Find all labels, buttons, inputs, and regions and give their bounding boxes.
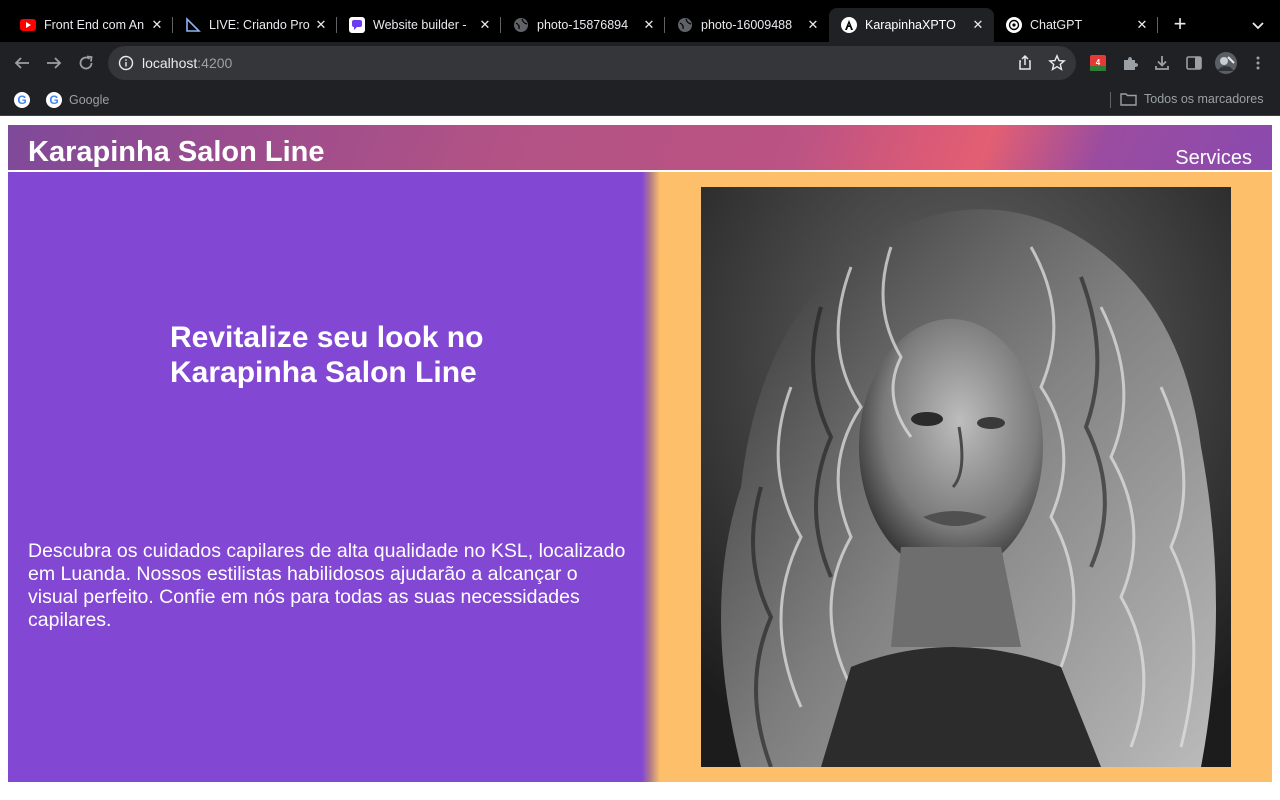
tab-title: Website builder - bbox=[373, 18, 467, 32]
openai-icon bbox=[1006, 17, 1022, 33]
tab-karapinhaxpto[interactable]: KarapinhaXPTO ✕ bbox=[829, 8, 994, 42]
profile-avatar[interactable] bbox=[1214, 51, 1238, 75]
close-icon[interactable]: ✕ bbox=[970, 17, 986, 33]
kebab-menu-icon[interactable] bbox=[1248, 53, 1268, 73]
tab-front-end[interactable]: Front End com An ✕ bbox=[8, 8, 173, 42]
bookmark-label: Google bbox=[69, 93, 110, 107]
tab-separator bbox=[1157, 17, 1158, 33]
close-icon[interactable]: ✕ bbox=[477, 17, 493, 33]
youtube-icon bbox=[20, 17, 36, 33]
bookmarks-bar: G G Google bbox=[0, 84, 1280, 116]
tab-photo-2[interactable]: photo-16009488 ✕ bbox=[665, 8, 829, 42]
share-icon[interactable] bbox=[1016, 54, 1034, 72]
hero-headline: Revitalize seu look no Karapinha Salon L… bbox=[170, 321, 484, 389]
hero-gradient-divider bbox=[642, 172, 660, 782]
close-icon[interactable]: ✕ bbox=[1134, 17, 1150, 33]
hero-text-panel: Revitalize seu look no Karapinha Salon L… bbox=[8, 172, 652, 782]
tab-photo-1[interactable]: photo-15876894 ✕ bbox=[501, 8, 665, 42]
google-icon: G bbox=[46, 92, 62, 108]
new-tab-button[interactable]: + bbox=[1168, 13, 1192, 37]
site-header: Karapinha Salon Line Services bbox=[8, 125, 1272, 172]
reload-button[interactable] bbox=[74, 51, 98, 75]
bookmark-google-2[interactable]: G Google bbox=[46, 92, 109, 108]
site-brand[interactable]: Karapinha Salon Line bbox=[28, 136, 325, 169]
tab-website-builder[interactable]: Website builder - ✕ bbox=[337, 8, 501, 42]
url-port: :4200 bbox=[197, 55, 233, 71]
svg-text:4: 4 bbox=[1096, 58, 1101, 67]
tab-title: ChatGPT bbox=[1030, 18, 1083, 32]
chat-bubble-icon bbox=[349, 17, 365, 33]
browser-tab-strip: Front End com An ✕ LIVE: Criando Pro ✕ W… bbox=[0, 0, 1280, 42]
tab-title: photo-16009488 bbox=[701, 18, 793, 32]
all-bookmarks-label: Todos os marcadores bbox=[1144, 92, 1264, 106]
address-bar[interactable]: localhost:4200 bbox=[108, 46, 1076, 80]
all-bookmarks-button[interactable]: Todos os marcadores bbox=[1120, 92, 1264, 106]
nav-link-services[interactable]: Services bbox=[1175, 147, 1252, 170]
ruler-icon bbox=[185, 17, 201, 33]
bookmark-google-1[interactable]: G bbox=[14, 92, 37, 108]
close-icon[interactable]: ✕ bbox=[805, 17, 821, 33]
reload-icon bbox=[79, 55, 93, 70]
globe-icon bbox=[677, 17, 693, 33]
google-icon: G bbox=[14, 92, 30, 108]
tab-title: KarapinhaXPTO bbox=[865, 18, 956, 32]
tab-title: photo-15876894 bbox=[537, 18, 629, 32]
forward-button[interactable] bbox=[42, 51, 66, 75]
extension-badge-icon[interactable]: 4 bbox=[1088, 53, 1108, 73]
folder-icon bbox=[1120, 93, 1137, 106]
info-icon[interactable] bbox=[118, 55, 134, 71]
arrow-right-icon bbox=[47, 57, 62, 69]
puzzle-icon[interactable] bbox=[1120, 53, 1140, 73]
url-text[interactable]: localhost:4200 bbox=[142, 55, 232, 71]
close-icon[interactable]: ✕ bbox=[149, 17, 165, 33]
page-viewport: Karapinha Salon Line Services Revitalize… bbox=[0, 117, 1280, 800]
tab-title: Front End com An bbox=[44, 18, 145, 32]
tab-chatgpt[interactable]: ChatGPT ✕ bbox=[994, 8, 1158, 42]
hero-image-panel bbox=[660, 172, 1272, 782]
hero-portrait-photo bbox=[701, 187, 1231, 767]
side-panel-icon[interactable] bbox=[1184, 53, 1204, 73]
globe-icon bbox=[513, 17, 529, 33]
bookmark-star-icon[interactable] bbox=[1048, 54, 1066, 72]
bookmarks-separator bbox=[1110, 92, 1111, 108]
hero-description: Descubra os cuidados capilares de alta q… bbox=[28, 540, 626, 631]
download-icon[interactable] bbox=[1152, 53, 1172, 73]
back-button[interactable] bbox=[10, 51, 34, 75]
tab-title: LIVE: Criando Pro bbox=[209, 18, 310, 32]
angular-icon bbox=[841, 17, 857, 33]
tab-live-criando[interactable]: LIVE: Criando Pro ✕ bbox=[173, 8, 337, 42]
tab-search-chevron-icon[interactable] bbox=[1248, 15, 1268, 35]
arrow-left-icon bbox=[14, 57, 29, 69]
portrait-illustration bbox=[701, 187, 1231, 767]
browser-toolbar: localhost:4200 4 bbox=[0, 42, 1280, 84]
close-icon[interactable]: ✕ bbox=[641, 17, 657, 33]
url-host: localhost bbox=[142, 55, 198, 71]
close-icon[interactable]: ✕ bbox=[313, 17, 329, 33]
